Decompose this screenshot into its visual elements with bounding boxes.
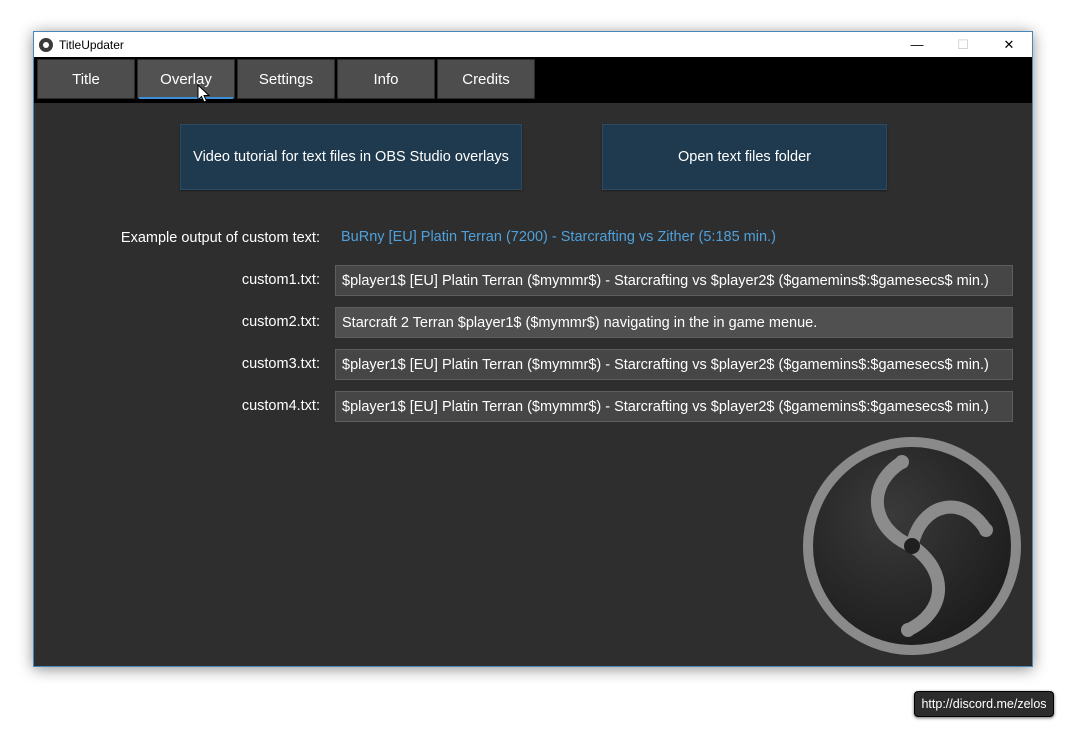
title-bar[interactable]: TitleUpdater — ☐ ✕ — [34, 32, 1032, 57]
minimize-button[interactable]: — — [894, 32, 940, 57]
tab-settings-label: Settings — [258, 70, 314, 88]
example-output-label: Example output of custom text: — [120, 230, 320, 246]
window-title: TitleUpdater — [59, 37, 124, 52]
tab-info-label: Info — [373, 70, 399, 88]
tab-title-label: Title — [72, 70, 100, 88]
active-tab-indicator — [139, 97, 233, 99]
custom1-label: custom1.txt: — [241, 272, 320, 288]
tab-title[interactable]: Title — [37, 59, 135, 99]
custom2-field[interactable]: Starcraft 2 Terran $player1$ ($mymmr$) n… — [335, 307, 1013, 338]
example-output-value: BuRny [EU] Platin Terran (7200) - Starcr… — [341, 229, 776, 245]
tab-bar: Title Overlay Settings Info Credits — [34, 57, 1032, 103]
tab-credits[interactable]: Credits — [437, 59, 535, 99]
discord-link-tooltip: http://discord.me/zelos — [914, 691, 1054, 717]
custom2-label: custom2.txt: — [241, 314, 320, 330]
custom3-label: custom3.txt: — [241, 356, 320, 372]
overlay-panel: Video tutorial for text files in OBS Stu… — [34, 103, 1032, 666]
window-controls: — ☐ ✕ — [894, 32, 1032, 57]
app-window: TitleUpdater — ☐ ✕ Title Overlay Setting… — [33, 31, 1033, 667]
custom3-field[interactable]: $player1$ [EU] Platin Terran ($mymmr$) -… — [335, 349, 1013, 380]
custom4-label: custom4.txt: — [241, 398, 320, 414]
tab-credits-label: Credits — [462, 70, 510, 88]
maximize-button[interactable]: ☐ — [940, 32, 986, 57]
tab-settings[interactable]: Settings — [237, 59, 335, 99]
open-folder-button[interactable]: Open text files folder — [602, 124, 887, 190]
close-button[interactable]: ✕ — [986, 32, 1032, 57]
video-tutorial-button[interactable]: Video tutorial for text files in OBS Stu… — [180, 124, 522, 190]
mouse-cursor-icon — [197, 84, 211, 103]
custom1-field[interactable]: $player1$ [EU] Platin Terran ($mymmr$) -… — [335, 265, 1013, 296]
app-icon — [39, 37, 53, 52]
tab-overlay[interactable]: Overlay — [137, 59, 235, 99]
tab-info[interactable]: Info — [337, 59, 435, 99]
obs-logo-icon — [803, 437, 1021, 655]
custom4-field[interactable]: $player1$ [EU] Platin Terran ($mymmr$) -… — [335, 391, 1013, 422]
